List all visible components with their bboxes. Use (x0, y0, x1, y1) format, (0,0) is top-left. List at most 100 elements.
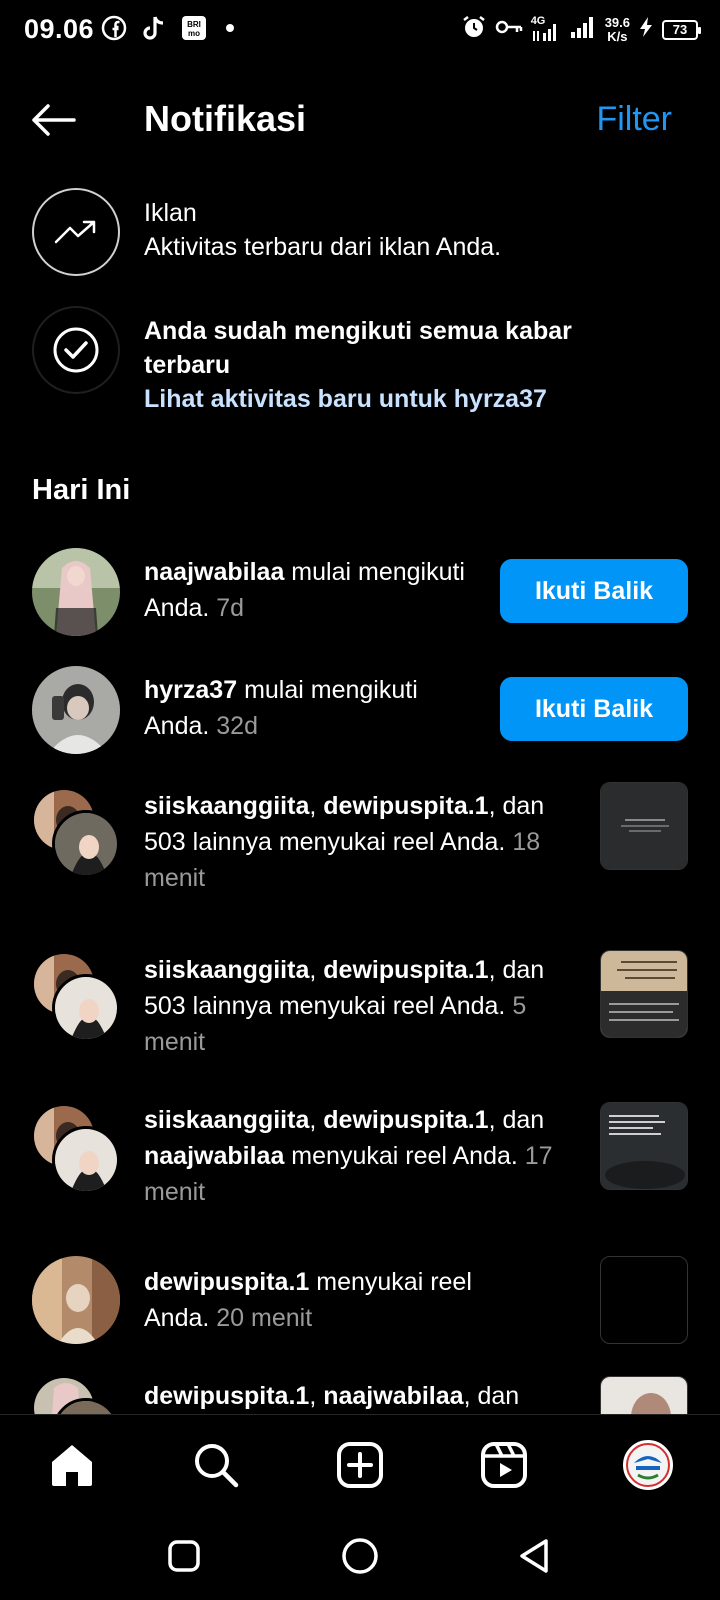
reel-thumbnail[interactable] (600, 782, 688, 870)
tiktok-icon (140, 14, 168, 42)
username[interactable]: dewipuspita.1 (144, 1382, 309, 1410)
caught-up-text: Anda sudah mengikuti semua kabar terbaru… (144, 314, 614, 416)
notification-message: , dan (463, 1382, 520, 1410)
page-title: Notifikasi (144, 98, 307, 139)
circle-icon (342, 1538, 378, 1574)
triangle-back-icon (520, 1539, 548, 1573)
vpn-key-icon (495, 17, 523, 42)
username[interactable]: naajwabilaa (144, 1142, 284, 1170)
notification-item[interactable]: naajwabilaa mulai mengikuti Anda. 7d Iku… (0, 546, 720, 636)
notification-time: 20 menit (216, 1304, 313, 1332)
notification-text: siiskaanggiita, dewipuspita.1, dan naajw… (144, 1102, 574, 1210)
trending-icon (32, 188, 120, 276)
avatar-stack[interactable] (32, 1104, 120, 1194)
charging-icon (638, 16, 654, 43)
nav-reels[interactable] (478, 1439, 530, 1491)
nav-home[interactable] (46, 1439, 98, 1491)
status-left-icons: BRI mo (100, 14, 234, 42)
avatar[interactable] (32, 1256, 120, 1344)
username[interactable]: hyrza37 (144, 676, 237, 704)
filter-button[interactable]: Filter (596, 100, 672, 139)
avatar-stack[interactable] (32, 788, 120, 878)
reel-thumbnail[interactable] (600, 950, 688, 1038)
notification-dot (226, 24, 234, 32)
notification-text: siiskaanggiita, dewipuspita.1, dan 503 l… (144, 788, 574, 896)
notification-item[interactable]: hyrza37 mulai mengikuti Anda. 32d Ikuti … (0, 664, 720, 754)
battery-icon: 73 (662, 19, 701, 40)
ads-title: Iklan (144, 199, 197, 227)
username[interactable]: dewipuspita.1 (323, 956, 488, 984)
reels-icon (481, 1442, 527, 1488)
notification-item[interactable]: siiskaanggiita, dewipuspita.1, dan 503 l… (0, 782, 720, 900)
status-bar: 09.06 BRI mo 4G 39.6 K/s 73 (0, 0, 720, 64)
notification-time: 32d (216, 712, 258, 740)
svg-text:BRI: BRI (187, 20, 201, 29)
ads-row[interactable]: Iklan Aktivitas terbaru dari iklan Anda. (0, 188, 720, 278)
system-home-button[interactable] (338, 1534, 382, 1578)
system-navigation (0, 1514, 720, 1600)
caught-up-title: Anda sudah mengikuti semua kabar terbaru (144, 317, 572, 379)
username[interactable]: siiskaanggiita (144, 1106, 309, 1134)
recent-apps-button[interactable] (162, 1534, 206, 1578)
username[interactable]: siiskaanggiita (144, 956, 309, 984)
avatar (52, 1126, 120, 1194)
alarm-icon (461, 14, 487, 45)
username[interactable]: siiskaanggiita (144, 792, 309, 820)
notification-text: naajwabilaa mulai mengikuti Anda. 7d (144, 554, 484, 626)
notification-text: siiskaanggiita, dewipuspita.1, dan 503 l… (144, 952, 574, 1060)
add-post-icon (337, 1442, 383, 1488)
signal-icon (569, 15, 597, 44)
square-icon (168, 1540, 200, 1572)
notification-message: menyukai reel Anda. (284, 1142, 525, 1170)
notification-item[interactable]: siiskaanggiita, dewipuspita.1, dan 503 l… (0, 950, 720, 1064)
section-today: Hari Ini (32, 474, 131, 506)
notification-time: 7d (216, 594, 245, 622)
avatar-stack[interactable] (32, 952, 120, 1042)
reel-thumbnail[interactable] (600, 1256, 688, 1344)
status-right-icons: 4G 39.6 K/s 73 (461, 14, 701, 45)
facebook-icon (100, 14, 128, 42)
battery-level: 73 (672, 22, 688, 37)
username[interactable]: naajwabilaa (144, 558, 284, 586)
username[interactable]: dewipuspita.1 (323, 792, 488, 820)
notification-text: dewipuspita.1 menyukai reel Anda. 20 men… (144, 1264, 524, 1336)
avatar[interactable] (32, 548, 120, 636)
back-arrow-icon (32, 104, 76, 136)
status-time: 09.06 (24, 14, 95, 44)
notification-text: hyrza37 mulai mengikuti Anda. 32d (144, 672, 464, 744)
separator: , dan (488, 1106, 545, 1134)
nav-search[interactable] (190, 1439, 242, 1491)
reel-thumbnail[interactable] (600, 1376, 688, 1416)
avatar[interactable] (32, 666, 120, 754)
profile-avatar-icon (623, 1440, 673, 1490)
bank-app-icon: BRI mo (180, 14, 208, 42)
reel-thumbnail[interactable] (600, 1102, 688, 1190)
notification-item[interactable]: siiskaanggiita, dewipuspita.1, dan naajw… (0, 1102, 720, 1216)
check-circle-icon (32, 306, 120, 394)
follow-back-button[interactable]: Ikuti Balik (500, 677, 688, 741)
notification-item[interactable]: dewipuspita.1 menyukai reel Anda. 20 men… (0, 1256, 720, 1346)
follow-back-button[interactable]: Ikuti Balik (500, 559, 688, 623)
system-back-button[interactable] (512, 1534, 556, 1578)
username[interactable]: dewipuspita.1 (144, 1268, 309, 1296)
ads-text: Iklan Aktivitas terbaru dari iklan Anda. (144, 196, 501, 264)
nav-profile[interactable] (622, 1439, 674, 1491)
avatar-stack[interactable] (32, 1376, 120, 1416)
ads-subtitle: Aktivitas terbaru dari iklan Anda. (144, 233, 502, 261)
notification-text: dewipuspita.1, naajwabilaa, dan (144, 1378, 574, 1414)
username[interactable]: naajwabilaa (323, 1382, 463, 1410)
network-speed: 39.6 K/s (605, 15, 630, 44)
back-button[interactable] (28, 100, 80, 140)
notification-item[interactable]: dewipuspita.1, naajwabilaa, dan (0, 1376, 720, 1416)
nav-create[interactable] (334, 1439, 386, 1491)
search-icon (195, 1444, 239, 1488)
notifications-header: Notifikasi Filter (0, 86, 720, 156)
avatar (52, 810, 120, 878)
speed-unit: K/s (607, 28, 628, 44)
signal-4g-icon: 4G (531, 15, 561, 43)
see-new-activity-link[interactable]: Lihat aktivitas baru untuk hyrza37 (144, 382, 614, 416)
username[interactable]: dewipuspita.1 (323, 1106, 488, 1134)
svg-text:mo: mo (188, 29, 200, 38)
separator: , (309, 956, 324, 984)
separator: , (309, 1382, 324, 1410)
